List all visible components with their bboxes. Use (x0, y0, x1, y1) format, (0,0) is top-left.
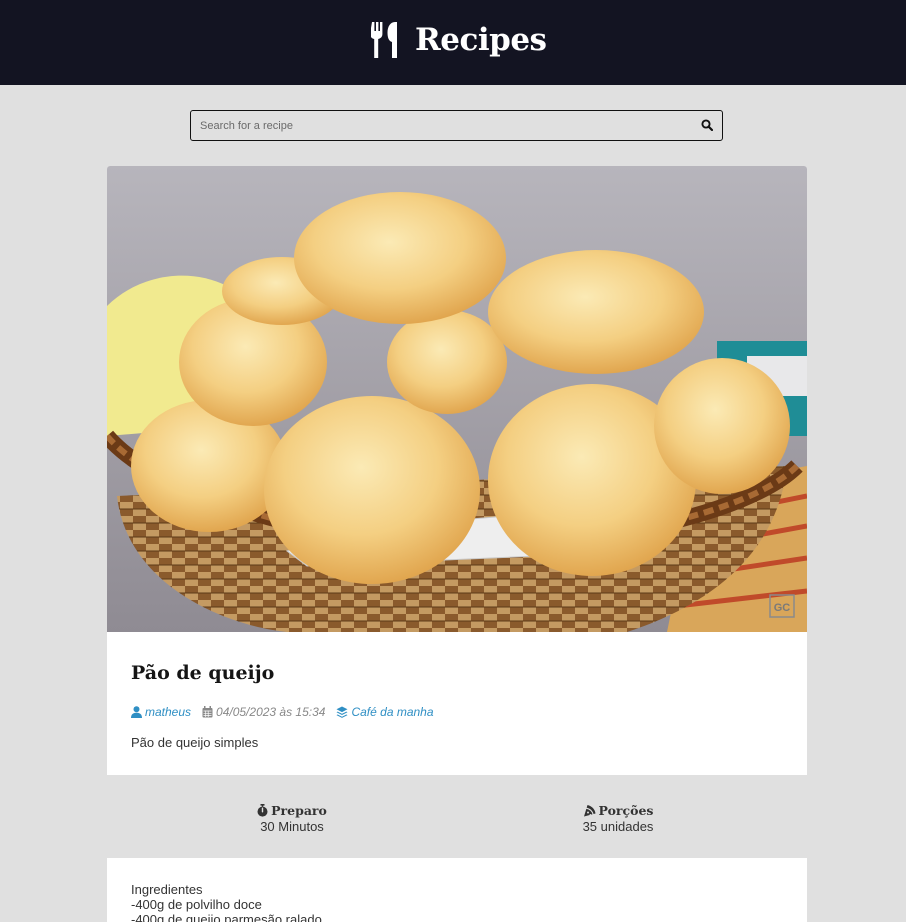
ingredients-section: Ingredientes -400g de polvilho doce -400… (131, 882, 322, 922)
recipe-title: Pão de queijo (131, 662, 275, 684)
recipe-date: 04/05/2023 às 15:34 (216, 704, 326, 719)
prep-time-label: Preparo (271, 802, 327, 818)
recipe-category-link[interactable]: Café da manha (336, 704, 434, 719)
search-button[interactable] (699, 118, 715, 134)
search-input[interactable] (191, 111, 691, 140)
recipe-meta: matheus 04/05/2023 às 15:34 Café da manh… (131, 704, 445, 719)
app-title: Recipes (415, 22, 547, 58)
search-icon (701, 118, 714, 131)
ingredients-heading: Ingredientes (131, 882, 203, 897)
prep-time-stat: Preparo 30 Minutos (192, 802, 392, 834)
stopwatch-icon (257, 803, 268, 817)
app-header: Recipes (0, 0, 906, 85)
brand[interactable]: Recipes (371, 18, 547, 62)
recipe-author: matheus (145, 704, 192, 719)
recipe-category: Café da manha (351, 704, 434, 719)
servings-value: 35 unidades (582, 819, 654, 834)
user-icon (131, 705, 142, 718)
recipe-stats: Preparo 30 Minutos Porções 35 unidades (107, 775, 807, 858)
layers-icon (336, 706, 348, 718)
recipe-card: GC Pão de queijo matheus 04/05/2023 às 1… (107, 166, 807, 922)
image-watermark: GC (774, 602, 791, 614)
servings-stat: Porções 35 unidades (518, 802, 718, 835)
pizza-slice-icon (583, 804, 596, 816)
ingredient-item: -400g de queijo parmesão ralado (131, 912, 322, 922)
recipe-description: Pão de queijo simples (131, 735, 259, 750)
search-bar (190, 110, 723, 141)
ingredient-item: -400g de polvilho doce (131, 897, 262, 912)
recipe-image: GC (107, 166, 807, 632)
servings-label: Porções (598, 802, 654, 818)
prep-time-value: 30 Minutos (260, 819, 324, 834)
recipe-date-item: 04/05/2023 às 15:34 (202, 705, 325, 719)
calendar-icon (202, 705, 213, 717)
recipe-author-link[interactable]: matheus (131, 705, 191, 719)
utensils-icon (371, 22, 397, 58)
